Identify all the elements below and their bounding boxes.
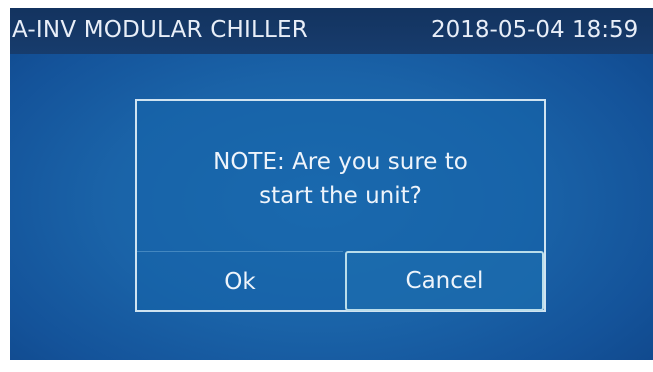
cancel-button[interactable]: Cancel — [345, 251, 544, 311]
ok-button[interactable]: Ok — [137, 251, 343, 311]
dialog-message-line-2: start the unit? — [259, 183, 422, 209]
hmi-screen: A-INV MODULAR CHILLER 2018-05-04 18:59 N… — [10, 8, 653, 360]
dialog-message-line-1: NOTE: Are you sure to — [213, 149, 468, 175]
app-title: A-INV MODULAR CHILLER — [12, 17, 308, 43]
header-bar: A-INV MODULAR CHILLER 2018-05-04 18:59 — [10, 8, 653, 54]
confirm-dialog: NOTE: Are you sure to start the unit? Ok… — [135, 99, 546, 312]
date-time: 2018-05-04 18:59 — [431, 17, 639, 43]
dialog-message: NOTE: Are you sure to start the unit? — [137, 145, 544, 213]
